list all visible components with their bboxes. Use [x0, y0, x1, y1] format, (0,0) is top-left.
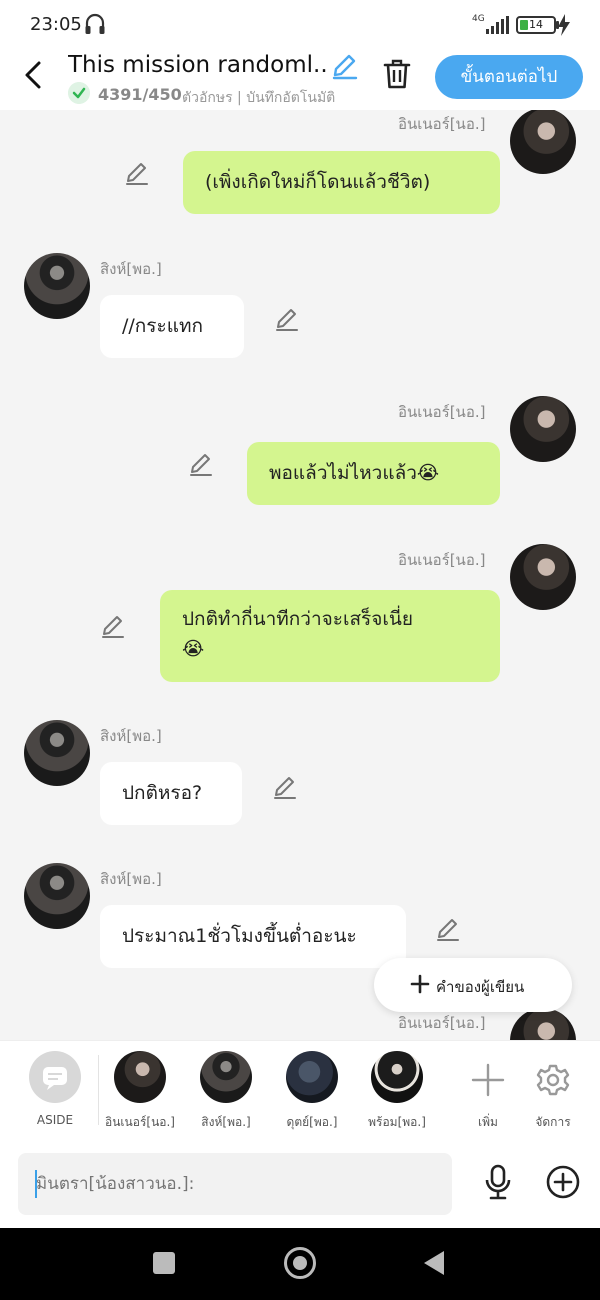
- story-title[interactable]: This mission randoml...: [68, 52, 328, 78]
- gear-icon: [536, 1064, 570, 1096]
- message-bubble[interactable]: ปกติทำกี่นาทีกว่าจะเสร็จเนี่ย 😭: [160, 590, 500, 682]
- system-nav-bar: [0, 1228, 600, 1300]
- edit-message-icon[interactable]: [188, 451, 214, 477]
- edit-message-icon[interactable]: [274, 306, 300, 332]
- message-bubble[interactable]: ปกติหรอ?: [100, 762, 242, 825]
- avatar[interactable]: [510, 1008, 576, 1040]
- speaker-name: อินเนอร์[นอ.]: [398, 403, 486, 421]
- author-note-label: คำของผู้เขียน: [436, 978, 525, 996]
- trash-icon[interactable]: [382, 58, 412, 90]
- add-circle-icon[interactable]: [545, 1164, 581, 1200]
- author-note-button[interactable]: คำของผู้เขียน: [374, 958, 572, 1012]
- network-type: 4G: [472, 14, 485, 24]
- message-input[interactable]: [18, 1153, 452, 1215]
- char-count: 4391/450: [98, 85, 182, 104]
- character-item[interactable]: พร้อม[พอ.]: [355, 1051, 439, 1132]
- avatar[interactable]: [24, 720, 90, 786]
- battery-level: 14: [529, 18, 543, 31]
- next-step-button[interactable]: ขั้นตอนต่อไป: [435, 55, 583, 99]
- input-bar: [0, 1138, 600, 1228]
- message-bubble[interactable]: (เพิ่งเกิดใหม่ก็โดนแล้วชีวิต): [183, 151, 500, 214]
- avatar[interactable]: [24, 253, 90, 319]
- avatar: [200, 1051, 252, 1103]
- message-line: ปกติทำกี่นาทีกว่าจะเสร็จเนี่ย: [182, 608, 414, 630]
- text-caret: [35, 1170, 37, 1198]
- microphone-icon[interactable]: [482, 1164, 514, 1200]
- message-bubble[interactable]: ประมาณ1ชั่วโมงขึ้นต่ำอะนะ: [100, 905, 406, 968]
- headphone-icon: [85, 13, 105, 34]
- character-item[interactable]: อินเนอร์[นอ.]: [98, 1051, 182, 1132]
- edit-message-icon[interactable]: [124, 160, 150, 186]
- chat-area[interactable]: อินเนอร์[นอ.] (เพิ่งเกิดใหม่ก็โดนแล้วชีว…: [0, 110, 600, 1040]
- status-bar: 23:05 4G 14: [0, 0, 600, 52]
- add-icon: [471, 1063, 505, 1097]
- avatar: [114, 1051, 166, 1103]
- home-button[interactable]: [284, 1247, 316, 1279]
- character-aside[interactable]: ASIDE: [13, 1051, 97, 1127]
- avatar[interactable]: [510, 396, 576, 462]
- edit-message-icon[interactable]: [435, 916, 461, 942]
- avatar: [371, 1051, 423, 1103]
- save-status: ตัวอักษร | บันทึกอัตโนมัติ: [182, 90, 336, 106]
- avatar: [286, 1051, 338, 1103]
- speaker-name: อินเนอร์[นอ.]: [398, 1014, 486, 1032]
- character-label: พร้อม[พอ.]: [368, 1115, 426, 1129]
- back-icon[interactable]: [22, 60, 46, 90]
- message-bubble[interactable]: พอแล้วไม่ไหวแล้ว😭: [247, 442, 500, 505]
- back-button[interactable]: [424, 1251, 444, 1275]
- avatar[interactable]: [24, 863, 90, 929]
- edit-title-icon[interactable]: [330, 52, 358, 80]
- speaker-name: อินเนอร์[นอ.]: [398, 115, 486, 133]
- edit-message-icon[interactable]: [100, 613, 126, 639]
- charging-icon: [558, 14, 570, 36]
- battery-icon: 14: [516, 16, 556, 34]
- avatar[interactable]: [510, 544, 576, 610]
- aside-icon: [29, 1051, 81, 1103]
- signal-icon: [486, 16, 509, 34]
- character-label: ASIDE: [36, 1113, 74, 1127]
- speaker-name: สิงห์[พอ.]: [100, 260, 162, 278]
- character-bar: ASIDE อินเนอร์[นอ.] สิงห์[พอ.] ดุตย์[พอ.…: [0, 1040, 600, 1138]
- edit-message-icon[interactable]: [272, 774, 298, 800]
- speaker-name: สิงห์[พอ.]: [100, 870, 162, 888]
- character-label: อินเนอร์[นอ.]: [105, 1115, 175, 1129]
- character-item[interactable]: สิงห์[พอ.]: [184, 1051, 268, 1132]
- message-line: 😭: [182, 638, 205, 660]
- message-bubble[interactable]: //กระแทก: [100, 295, 244, 358]
- recents-button[interactable]: [153, 1252, 175, 1274]
- character-label: สิงห์[พอ.]: [201, 1115, 251, 1129]
- manage-characters-button[interactable]: จัดการ: [511, 1051, 595, 1132]
- speaker-name: สิงห์[พอ.]: [100, 727, 162, 745]
- character-item[interactable]: ดุตย์[พอ.]: [270, 1051, 354, 1132]
- speaker-name: อินเนอร์[นอ.]: [398, 551, 486, 569]
- header: This mission randoml... 4391/450 ตัวอักษ…: [0, 52, 600, 110]
- character-label: จัดการ: [535, 1115, 571, 1129]
- avatar[interactable]: [510, 110, 576, 174]
- check-icon: [68, 82, 90, 104]
- character-label: ดุตย์[พอ.]: [286, 1115, 338, 1129]
- clock: 23:05: [30, 14, 82, 35]
- plus-icon: [410, 974, 430, 994]
